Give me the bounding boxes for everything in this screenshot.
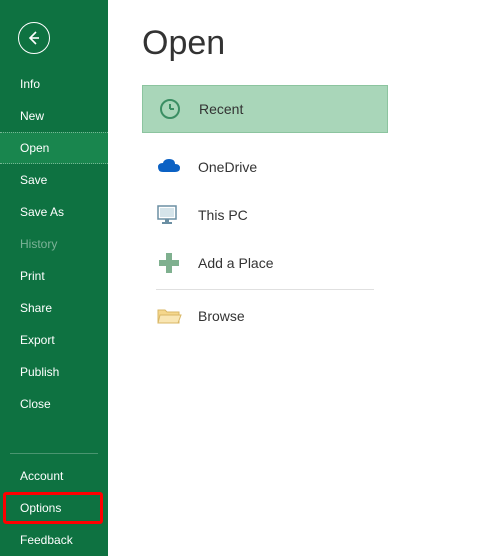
backstage-sidebar: Info New Open Save Save As History Print… [0, 0, 108, 556]
sidebar-item-label: Options [20, 501, 61, 515]
sidebar-item-label: New [20, 109, 44, 123]
clock-icon [157, 96, 183, 122]
location-divider [156, 289, 374, 290]
sidebar-item-close[interactable]: Close [0, 388, 108, 420]
location-label: OneDrive [198, 159, 257, 175]
sidebar-spacer [0, 420, 108, 447]
sidebar-item-label: Info [20, 77, 40, 91]
sidebar-item-feedback[interactable]: Feedback [0, 524, 108, 556]
sidebar-item-label: Save As [20, 205, 64, 219]
sidebar-item-label: Account [20, 469, 63, 483]
sidebar-item-label: History [20, 237, 57, 251]
location-recent[interactable]: Recent [142, 85, 388, 133]
sidebar-item-options[interactable]: Options [3, 492, 103, 524]
sidebar-item-export[interactable]: Export [0, 324, 108, 356]
sidebar-item-publish[interactable]: Publish [0, 356, 108, 388]
location-label: Add a Place [198, 255, 274, 271]
location-onedrive[interactable]: OneDrive [142, 143, 388, 191]
sidebar-item-label: Export [20, 333, 55, 347]
sidebar-item-print[interactable]: Print [0, 260, 108, 292]
sidebar-item-label: Feedback [20, 533, 73, 547]
sidebar-item-share[interactable]: Share [0, 292, 108, 324]
main-panel: Open Recent OneDrive This PC [108, 0, 500, 556]
sidebar-item-label: Open [20, 141, 49, 155]
sidebar-item-save[interactable]: Save [0, 164, 108, 196]
page-title: Open [142, 24, 500, 63]
sidebar-item-open[interactable]: Open [0, 132, 108, 164]
sidebar-item-account[interactable]: Account [0, 460, 108, 492]
folder-icon [156, 303, 182, 329]
sidebar-item-label: Share [20, 301, 52, 315]
sidebar-item-save-as[interactable]: Save As [0, 196, 108, 228]
location-this-pc[interactable]: This PC [142, 191, 388, 239]
app-root: Info New Open Save Save As History Print… [0, 0, 500, 556]
sidebar-item-new[interactable]: New [0, 100, 108, 132]
location-add-place[interactable]: Add a Place [142, 239, 388, 287]
sidebar-item-history: History [0, 228, 108, 260]
monitor-icon [156, 202, 182, 228]
sidebar-item-label: Close [20, 397, 51, 411]
location-list: Recent OneDrive This PC Add a Place [142, 85, 388, 340]
location-label: Browse [198, 308, 245, 324]
location-label: Recent [199, 101, 243, 117]
plus-icon [156, 250, 182, 276]
cloud-icon [156, 154, 182, 180]
sidebar-item-info[interactable]: Info [0, 68, 108, 100]
back-button[interactable] [18, 22, 50, 54]
sidebar-separator [10, 453, 98, 454]
sidebar-item-label: Save [20, 173, 47, 187]
sidebar-item-label: Print [20, 269, 45, 283]
sidebar-item-label: Publish [20, 365, 59, 379]
location-browse[interactable]: Browse [142, 292, 388, 340]
location-label: This PC [198, 207, 248, 223]
back-arrow-icon [26, 30, 42, 46]
sidebar-menu: Info New Open Save Save As History Print… [0, 68, 108, 420]
